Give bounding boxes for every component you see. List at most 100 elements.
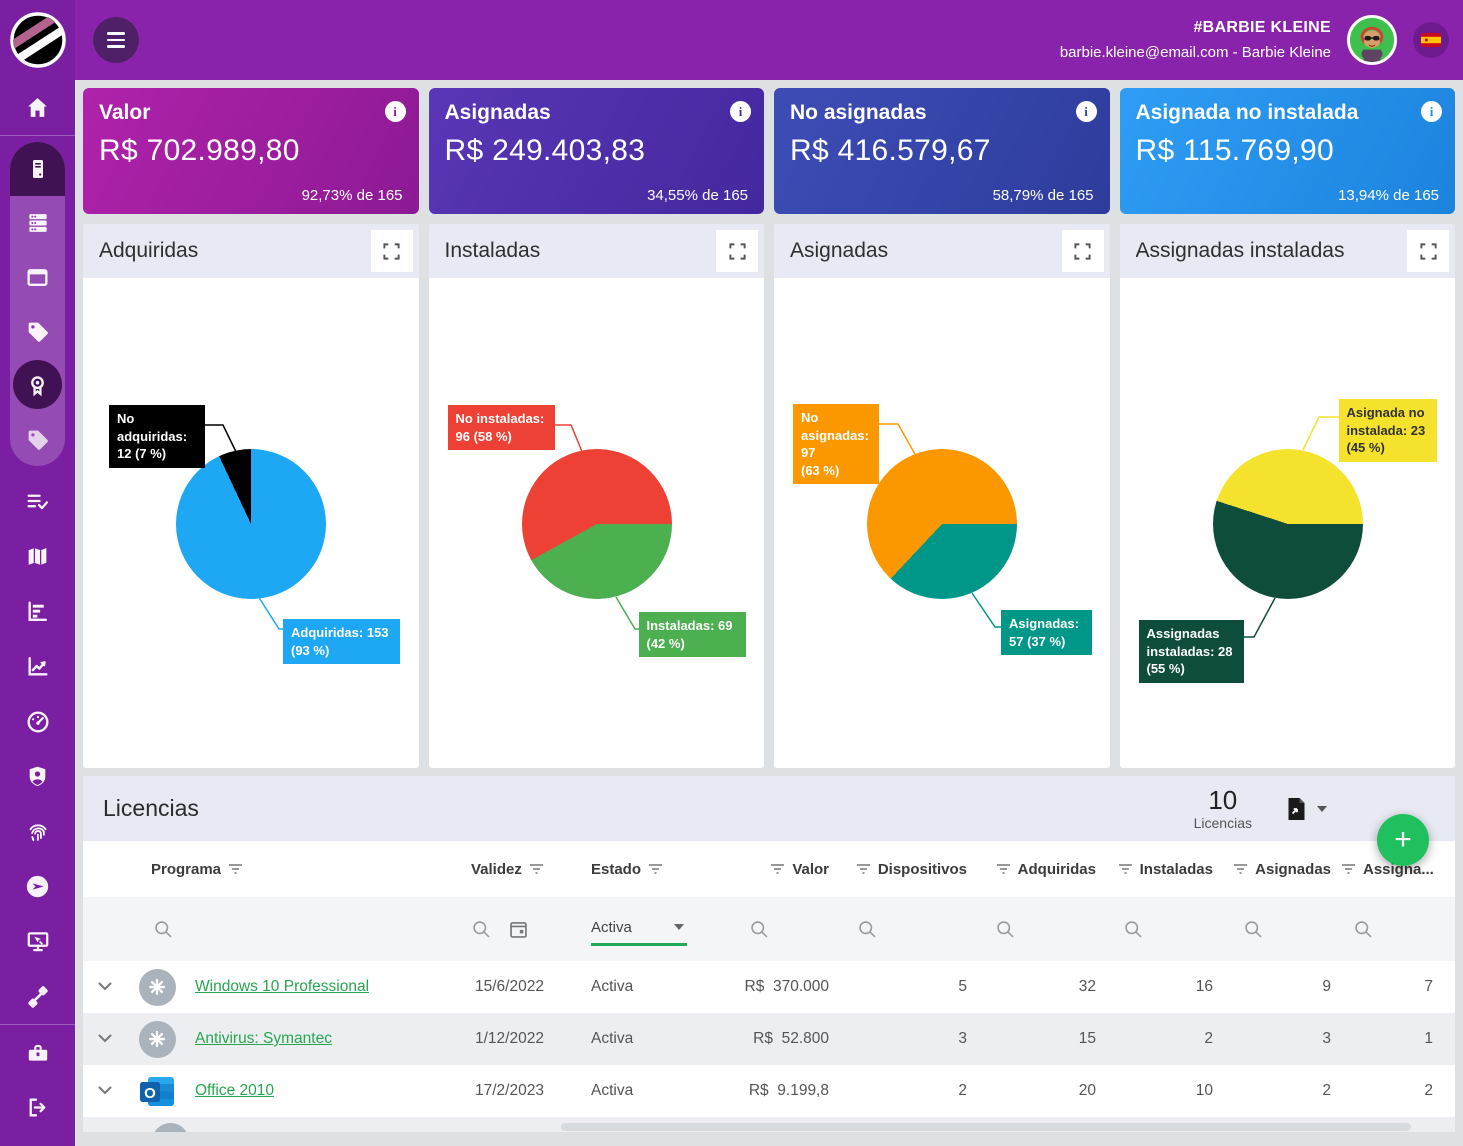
column-header-instaladas[interactable]: Instaladas: [1106, 861, 1223, 878]
license-badge-icon: [25, 373, 50, 398]
user-info: #BARBIE KLEINE barbie.kleine@email.com -…: [1060, 16, 1331, 64]
chart-row: Adquiridas No adquiridas: 12 (7 %) Adqui…: [83, 224, 1455, 768]
sidebar-item-servers[interactable]: [10, 196, 65, 250]
sidebar-item-tags[interactable]: [10, 304, 65, 358]
sidebar-item-devices[interactable]: [10, 142, 65, 196]
row-expand-chevron-icon[interactable]: [98, 1034, 112, 1043]
kpi-card-valor: Valor R$ 702.989,80 92,73% de 165 i: [83, 88, 419, 214]
column-header-estado[interactable]: Estado: [591, 861, 693, 878]
estado-cell: Activa: [591, 978, 693, 996]
kpi-value: R$ 416.579,67: [790, 134, 1094, 168]
program-link[interactable]: Antivirus: Symantec: [195, 1030, 332, 1047]
kpi-value: R$ 249.403,83: [445, 134, 749, 168]
search-icon[interactable]: [1123, 919, 1144, 940]
column-header-programa[interactable]: Programa: [127, 861, 471, 878]
table-row-partial: [83, 1117, 1455, 1132]
kpi-title: Asignadas: [445, 101, 749, 125]
column-header-asignadas[interactable]: Asignadas: [1223, 861, 1341, 878]
sidebar-divider: [0, 135, 75, 136]
sidebar-item-dashboard[interactable]: [0, 694, 75, 749]
main-content: Valor R$ 702.989,80 92,73% de 165 i Asig…: [75, 80, 1463, 1146]
info-icon[interactable]: i: [1076, 101, 1097, 122]
sidebar-item-home[interactable]: [0, 80, 75, 135]
row-expand-chevron-icon[interactable]: [98, 1086, 112, 1095]
filter-icon: [228, 863, 243, 875]
search-icon[interactable]: [153, 919, 174, 940]
info-icon[interactable]: i: [730, 101, 751, 122]
column-header-valor[interactable]: Valor: [693, 861, 839, 878]
filter-row: Activa: [83, 897, 1455, 961]
filter-icon: [856, 863, 871, 875]
kpi-title: Valor: [99, 101, 403, 125]
sidebar-item-analytics[interactable]: [0, 639, 75, 694]
program-link[interactable]: Windows 10 Professional: [195, 978, 369, 995]
sidebar-item-remote-desktop[interactable]: [0, 914, 75, 969]
column-header-dispositivos[interactable]: Dispositivos: [839, 861, 977, 878]
search-icon[interactable]: [471, 919, 492, 940]
column-header-validez[interactable]: Validez: [471, 861, 591, 878]
search-icon[interactable]: [857, 919, 878, 940]
estado-filter-select[interactable]: Activa: [591, 913, 686, 946]
hamburger-menu-button[interactable]: [93, 17, 139, 63]
window-icon: [25, 265, 50, 290]
sidebar-item-software[interactable]: [10, 250, 65, 304]
pie-chart-adquiridas[interactable]: [176, 449, 326, 599]
expand-icon[interactable]: [1407, 230, 1449, 272]
row-expand-chevron-icon[interactable]: [98, 982, 112, 991]
pie-label-asignada-no-instalada: Asignada no instalada: 23 (45 %): [1339, 399, 1437, 462]
export-file-icon: [1286, 797, 1307, 821]
pie-chart-assignadas-instaladas[interactable]: [1213, 449, 1363, 599]
account-name: #BARBIE KLEINE: [1060, 16, 1331, 41]
dispositivos-cell: 2: [839, 1082, 977, 1100]
dispositivos-cell: 5: [839, 978, 977, 996]
add-license-button[interactable]: +: [1377, 814, 1429, 866]
sidebar-item-peripherals[interactable]: [0, 969, 75, 1024]
sidebar-item-biometrics[interactable]: [0, 804, 75, 859]
pie-chart-instaladas[interactable]: [522, 449, 672, 599]
app-logo[interactable]: [0, 0, 75, 80]
pie-label-asignadas: Asignadas: 57 (37 %): [1001, 610, 1092, 655]
gear-icon: [152, 1123, 189, 1132]
gear-icon: [139, 969, 176, 1006]
export-button[interactable]: [1286, 797, 1327, 821]
sidebar-item-tags-alt[interactable]: [10, 412, 65, 466]
logout-icon: [25, 1095, 50, 1120]
info-icon[interactable]: i: [1421, 101, 1442, 122]
user-email-line: barbie.kleine@email.com - Barbie Kleine: [1060, 41, 1331, 64]
search-icon[interactable]: [995, 919, 1016, 940]
filter-icon: [1118, 863, 1133, 875]
search-icon[interactable]: [749, 919, 770, 940]
sidebar-item-licenses[interactable]: [10, 358, 65, 412]
program-link[interactable]: Office 2010: [195, 1082, 274, 1099]
sidebar-item-reports[interactable]: [0, 584, 75, 639]
expand-icon[interactable]: [716, 230, 758, 272]
line-chart-icon: [25, 654, 50, 679]
kpi-title: Asignada no instalada: [1136, 101, 1440, 125]
calendar-icon[interactable]: [508, 919, 529, 940]
sidebar-item-logout[interactable]: [0, 1080, 75, 1135]
column-header-adquiridas[interactable]: Adquiridas: [977, 861, 1106, 878]
avatar[interactable]: [1347, 15, 1397, 65]
sidebar-item-send[interactable]: [0, 859, 75, 914]
record-count: 10 Licencias: [1194, 786, 1252, 832]
sidebar-item-tasks[interactable]: [0, 474, 75, 529]
pie-chart-asignadas[interactable]: [867, 449, 1017, 599]
search-icon[interactable]: [1353, 919, 1374, 940]
instaladas-cell: 16: [1106, 978, 1223, 996]
language-selector[interactable]: [1413, 22, 1449, 58]
filter-icon: [996, 863, 1011, 875]
expand-icon[interactable]: [1062, 230, 1104, 272]
sidebar-item-map[interactable]: [0, 529, 75, 584]
expand-icon[interactable]: [371, 230, 413, 272]
instaladas-cell: 10: [1106, 1082, 1223, 1100]
info-icon[interactable]: i: [385, 101, 406, 122]
filter-icon: [1341, 863, 1356, 875]
sidebar-item-admin[interactable]: [0, 749, 75, 804]
sidebar-item-toolbox[interactable]: [0, 1025, 75, 1080]
chart-card-assignadas-instaladas: Assignadas instaladas Asignada no instal…: [1120, 224, 1456, 768]
kpi-card-no-asignadas: No asignadas R$ 416.579,67 58,79% de 165…: [774, 88, 1110, 214]
search-icon[interactable]: [1243, 919, 1264, 940]
asignadas-cell: 2: [1223, 1082, 1341, 1100]
horizontal-scrollbar[interactable]: [561, 1123, 1411, 1131]
asignadas-cell: 9: [1223, 978, 1341, 996]
